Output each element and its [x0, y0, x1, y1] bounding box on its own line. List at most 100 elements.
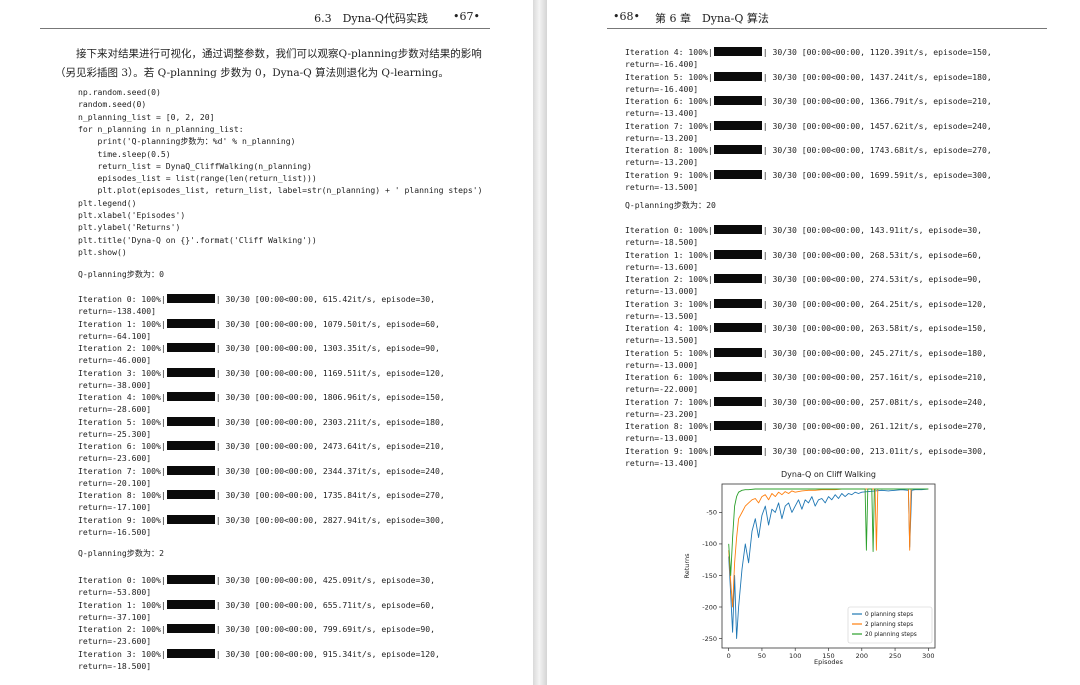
iteration-prefix: Iteration 9: 100%| — [78, 514, 166, 525]
code-line: plt.legend() — [78, 197, 137, 208]
page-number: •68• — [613, 10, 640, 23]
iteration-return: return=-138.400] — [78, 306, 156, 316]
legend-entry: 0 planning steps — [865, 612, 913, 618]
iteration-stats: | 30/30 [00:00<00:00, 425.09it/s, episod… — [215, 575, 435, 585]
progress-bar — [713, 421, 762, 430]
iteration-return: return=-53.800] — [78, 587, 152, 597]
progress-bar — [166, 441, 215, 450]
iteration-prefix: Iteration 1: 100%| — [78, 599, 166, 610]
iteration-stats: | 30/30 [00:00<00:00, 257.16it/s, episod… — [762, 372, 987, 382]
iteration-line: Iteration 3: 100%| | 30/30 [00:00<00:00, … — [625, 298, 987, 310]
y-tick-label: -50 — [706, 509, 717, 517]
progress-bar — [713, 225, 762, 234]
iteration-stats: | 30/30 [00:00<00:00, 263.58it/s, episod… — [762, 323, 987, 333]
iteration-return: return=-25.300] — [78, 428, 152, 439]
iteration-line: Iteration 3: 100%| | 30/30 [00:00<00:00, … — [78, 648, 440, 660]
progress-bar — [713, 372, 762, 381]
page-gutter — [533, 0, 547, 685]
code-line: print('Q-planning步数为：%d' % n_planning) — [78, 136, 296, 147]
iteration-stats: | 30/30 [00:00<00:00, 2344.37it/s, episo… — [215, 465, 445, 476]
progress-bar — [166, 294, 215, 303]
iteration-stats: | 30/30 [00:00<00:00, 615.42it/s, episod… — [215, 294, 435, 304]
iteration-stats: | 30/30 [00:00<00:00, 799.69it/s, episod… — [215, 624, 435, 634]
iteration-stats: | 30/30 [00:00<00:00, 1806.96it/s, episo… — [215, 392, 445, 402]
page-number: •67• — [453, 10, 480, 23]
intro-paragraph: 接下来对结果进行可视化，通过调整参数，我们可以观察Q-planning步数对结果… — [55, 48, 482, 79]
iteration-prefix: Iteration 7: 100%| — [625, 120, 713, 131]
iteration-stats: | 30/30 [00:00<00:00, 1120.39it/s, episo… — [762, 47, 992, 57]
chapter-title: 第 6 章 Dyna-Q 算法 — [655, 12, 769, 25]
iteration-prefix: Iteration 0: 100%| — [78, 294, 166, 304]
iteration-return: return=-16.400] — [625, 83, 699, 94]
iteration-stats: | 30/30 [00:00<00:00, 915.34it/s, episod… — [215, 648, 440, 659]
iteration-stats: | 30/30 [00:00<00:00, 268.53it/s, episod… — [762, 249, 982, 260]
legend-entry: 20 planning steps — [865, 632, 917, 638]
iteration-return: return=-13.400] — [625, 108, 699, 118]
progress-bar — [166, 465, 215, 475]
iteration-stats: | 30/30 [00:00<00:00, 213.01it/s, episod… — [762, 445, 987, 456]
iteration-prefix: Iteration 8: 100%| — [625, 421, 713, 431]
iteration-return: return=-22.000] — [625, 384, 699, 394]
y-tick-label: -150 — [702, 572, 717, 580]
iteration-stats: | 30/30 [00:00<00:00, 274.53it/s, episod… — [762, 274, 982, 284]
code-line: n_planning_list = [0, 2, 20] — [78, 111, 215, 122]
code-line: return_list = DynaQ_CliffWalking(n_plann… — [78, 160, 312, 171]
iteration-return: return=-18.500] — [625, 237, 699, 247]
chart-title: Dyna-Q on Cliff Walking — [781, 470, 876, 479]
x-tick-label: 250 — [889, 652, 901, 660]
iteration-stats: | 30/30 [00:00<00:00, 1366.79it/s, episo… — [762, 96, 992, 106]
y-tick-label: -200 — [702, 603, 717, 611]
iteration-line: Iteration 0: 100%| | 30/30 [00:00<00:00, … — [78, 574, 435, 586]
iteration-stats: | 30/30 [00:00<00:00, 2473.64it/s, episo… — [215, 441, 445, 451]
iteration-return: return=-46.000] — [78, 355, 152, 365]
iteration-return: return=-13.500] — [625, 181, 699, 192]
iteration-line: Iteration 9: 100%| | 30/30 [00:00<00:00, … — [625, 445, 987, 457]
iteration-prefix: Iteration 0: 100%| — [625, 225, 713, 235]
iteration-line: Iteration 1: 100%| | 30/30 [00:00<00:00, … — [78, 599, 435, 611]
iteration-return: return=-38.000] — [78, 379, 152, 390]
iteration-line: Iteration 5: 100%| | 30/30 [00:00<00:00, … — [78, 416, 445, 428]
iteration-line: Iteration 0: 100%| | 30/30 [00:00<00:00, … — [78, 293, 435, 305]
iteration-return: return=-13.000] — [625, 433, 699, 443]
iteration-prefix: Iteration 6: 100%| — [625, 372, 713, 382]
progress-bar — [713, 347, 762, 357]
iteration-line: Iteration 2: 100%| | 30/30 [00:00<00:00, … — [78, 623, 435, 635]
iteration-prefix: Iteration 8: 100%| — [625, 145, 713, 155]
iteration-line: Iteration 6: 100%| | 30/30 [00:00<00:00, … — [625, 95, 992, 107]
iteration-prefix: Iteration 0: 100%| — [78, 575, 166, 585]
iteration-line: Iteration 8: 100%| | 30/30 [00:00<00:00, … — [78, 489, 445, 501]
iteration-stats: | 30/30 [00:00<00:00, 1699.59it/s, episo… — [762, 169, 992, 180]
right-page: •68• 第 6 章 Dyna-Q 算法 Iteration 4: 100%| |… — [547, 0, 1080, 685]
left-page-header: 6.3 Dyna-Q代码实践 •67• — [40, 6, 490, 29]
chart-svg: Dyna-Q on Cliff WalkingEpisodesReturns0 5… — [683, 470, 936, 666]
code-line: time.sleep(0.5) — [78, 148, 171, 159]
progress-bar — [166, 575, 215, 584]
iteration-prefix: Iteration 3: 100%| — [78, 648, 166, 659]
code-line: plt.xlabel('Episodes') — [78, 210, 186, 220]
iteration-return: return=-16.500] — [78, 526, 152, 537]
iteration-stats: | 30/30 [00:00<00:00, 1743.68it/s, episo… — [762, 145, 992, 155]
iteration-stats: | 30/30 [00:00<00:00, 1735.84it/s, episo… — [215, 490, 445, 500]
progress-bar — [713, 145, 762, 154]
iteration-prefix: Iteration 5: 100%| — [625, 71, 713, 82]
progress-bar — [713, 396, 762, 406]
iteration-line: Iteration 1: 100%| | 30/30 [00:00<00:00, … — [625, 249, 982, 261]
progress-bar — [713, 71, 762, 81]
returns-chart: Dyna-Q on Cliff Walking Episodes Returns 0 5… — [677, 466, 947, 671]
iteration-line: Iteration 4: 100%| | 30/30 [00:00<00:00, … — [78, 391, 445, 403]
iteration-return: return=-17.100] — [78, 502, 152, 512]
x-tick-label: 100 — [789, 652, 801, 660]
progress-bar — [713, 120, 762, 130]
iteration-return: return=-16.400] — [625, 59, 699, 69]
iteration-stats: | 30/30 [00:00<00:00, 1457.62it/s, episo… — [762, 120, 992, 131]
iteration-stats: | 30/30 [00:00<00:00, 2827.94it/s, episo… — [215, 514, 445, 525]
iteration-stats: | 30/30 [00:00<00:00, 143.91it/s, episod… — [762, 225, 982, 235]
iteration-prefix: Iteration 5: 100%| — [625, 347, 713, 358]
progress-bar — [713, 169, 762, 179]
iteration-return: return=-23.200] — [625, 408, 699, 419]
progress-bar — [166, 416, 215, 426]
iteration-stats: | 30/30 [00:00<00:00, 1079.50it/s, episo… — [215, 318, 440, 329]
iteration-line: Iteration 7: 100%| | 30/30 [00:00<00:00, … — [625, 396, 987, 408]
iteration-return: return=-13.600] — [625, 261, 699, 272]
y-axis-label: Returns — [683, 553, 691, 579]
